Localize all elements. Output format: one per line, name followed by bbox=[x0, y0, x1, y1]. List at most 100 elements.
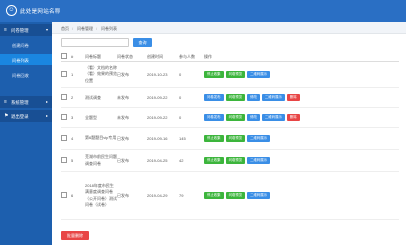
preview-button[interactable]: 问卷预览 bbox=[225, 94, 246, 101]
chevron-right-icon: ▸ bbox=[45, 99, 48, 104]
top-bar: ☺ 此处是网站名称 bbox=[0, 0, 406, 22]
select-all-header[interactable] bbox=[61, 52, 71, 62]
breadcrumb-separator: / bbox=[96, 25, 98, 31]
qrcode-button[interactable]: 二维码展示 bbox=[247, 157, 271, 164]
survey-title: 第6题题目vip专用 bbox=[85, 127, 117, 150]
stop-collect-button[interactable]: 停止收集 bbox=[204, 71, 224, 78]
main-content: 首页 / 问卷管理 / 问卷列表 查询 # 问卷标题 问卷状态 创建时间 参与人… bbox=[52, 22, 406, 245]
stop-collect-button[interactable]: 停止收集 bbox=[204, 135, 224, 142]
table-row: 5 芜湖市前民生问题调查问卷 已发布 2019-04-25 42 停止收集 问卷预… bbox=[61, 149, 399, 172]
action-cell: 停止收集 问卷预览 二维码展示 bbox=[204, 171, 399, 220]
table-row: 4 第6题题目vip专用 已发布 2019-09-16 145 停止收集 问卷预览… bbox=[61, 127, 399, 150]
survey-status: 未发布 bbox=[117, 107, 147, 128]
row-number: 1 bbox=[71, 61, 85, 88]
sidebar-item-survey-recycle[interactable]: 问卷回收 bbox=[0, 69, 52, 80]
breadcrumb: 首页 / 问卷管理 / 问卷列表 bbox=[52, 22, 406, 34]
qrcode-button[interactable]: 二维码展示 bbox=[261, 94, 285, 101]
qrcode-button[interactable]: 二维码展示 bbox=[247, 71, 271, 78]
list-icon: ≡ bbox=[4, 99, 7, 105]
sidebar-item-label: 创建问卷 bbox=[12, 42, 29, 48]
action-cell: 问卷发布 问卷预览 修改 二维码展示 删除 bbox=[204, 107, 399, 128]
survey-title: （看）文档的名称（看）效果的预览位置 bbox=[85, 61, 117, 88]
row-number: 2 bbox=[71, 87, 85, 108]
survey-table: # 问卷标题 问卷状态 创建时间 参与人数 操作 1 （看）文档的名称（看）效果… bbox=[61, 52, 399, 220]
survey-status: 已发布 bbox=[117, 127, 147, 150]
table-row: 1 （看）文档的名称（看）效果的预览位置 已发布 2019-10-23 0 停止… bbox=[61, 61, 399, 88]
table-row: 6 2018年度市民生满意度调查问卷（公开问卷）测试问卷（试卷） 已发布 201… bbox=[61, 171, 399, 220]
participant-count: 0 bbox=[179, 87, 204, 108]
column-header: # bbox=[71, 52, 85, 62]
column-header: 问卷状态 bbox=[117, 52, 147, 62]
qrcode-button[interactable]: 二维码展示 bbox=[247, 135, 271, 142]
sidebar-group-logout[interactable]: ⚑ 退出登录 ▸ bbox=[0, 110, 52, 122]
publish-button[interactable]: 问卷发布 bbox=[204, 94, 224, 101]
search-button[interactable]: 查询 bbox=[133, 38, 152, 47]
survey-status: 已发布 bbox=[117, 171, 147, 220]
action-cell: 问卷发布 问卷预览 修改 二维码展示 删除 bbox=[204, 87, 399, 108]
created-date: 2019-04-29 bbox=[147, 171, 179, 220]
survey-title: 测试调查 bbox=[85, 87, 117, 108]
qrcode-button[interactable]: 二维码展示 bbox=[247, 192, 271, 199]
participant-count: 0 bbox=[179, 107, 204, 128]
preview-button[interactable]: 问卷预览 bbox=[225, 135, 246, 142]
logo-icon: ☺ bbox=[6, 5, 17, 16]
select-all-checkbox[interactable] bbox=[61, 53, 67, 59]
column-header: 参与人数 bbox=[179, 52, 204, 62]
stop-collect-button[interactable]: 停止收集 bbox=[204, 157, 224, 164]
publish-button[interactable]: 问卷发布 bbox=[204, 114, 224, 121]
preview-button[interactable]: 问卷预览 bbox=[225, 114, 246, 121]
action-cell: 停止收集 问卷预览 二维码展示 bbox=[204, 149, 399, 172]
preview-button[interactable]: 问卷预览 bbox=[225, 157, 246, 164]
row-checkbox[interactable] bbox=[61, 71, 67, 77]
bulk-delete-button[interactable]: 批量删除 bbox=[61, 231, 89, 240]
survey-status: 已发布 bbox=[117, 149, 147, 172]
sidebar-group-label: 系统管理 bbox=[11, 100, 29, 105]
exit-icon: ⚑ bbox=[4, 113, 9, 119]
qrcode-button[interactable]: 二维码展示 bbox=[261, 114, 285, 121]
preview-button[interactable]: 问卷预览 bbox=[225, 192, 246, 199]
row-checkbox[interactable] bbox=[61, 135, 67, 141]
action-cell: 停止收集 问卷预览 二维码展示 bbox=[204, 127, 399, 150]
sidebar-item-survey-list[interactable]: 问卷列表 bbox=[0, 54, 52, 65]
survey-status: 未发布 bbox=[117, 87, 147, 108]
row-checkbox[interactable] bbox=[61, 114, 67, 120]
survey-title: 芜湖市前民生问题调查问卷 bbox=[85, 149, 117, 172]
delete-button[interactable]: 删除 bbox=[286, 114, 300, 121]
created-date: 2019-09-22 bbox=[147, 107, 179, 128]
sidebar-item-label: 问卷回收 bbox=[12, 72, 29, 78]
sidebar-group-survey-management[interactable]: ≡ 问卷管理 ▾ bbox=[0, 24, 52, 36]
sidebar-group-label: 退出登录 bbox=[11, 114, 29, 119]
stop-collect-button[interactable]: 停止收集 bbox=[204, 192, 224, 199]
participant-count: 42 bbox=[179, 149, 204, 172]
edit-button[interactable]: 修改 bbox=[247, 94, 260, 101]
sidebar: ≡ 问卷管理 ▾ 创建问卷 问卷列表 问卷回收 ≡ 系统管理 ▸ ⚑ 退出登录 … bbox=[0, 22, 52, 245]
row-checkbox[interactable] bbox=[61, 157, 67, 163]
row-checkbox[interactable] bbox=[61, 94, 67, 100]
breadcrumb-current: 问卷列表 bbox=[101, 25, 117, 31]
survey-title: 2018年度市民生满意度调查问卷（公开问卷）测试问卷（试卷） bbox=[85, 171, 117, 220]
table-row: 2 测试调查 未发布 2019-09-22 0 问卷发布 问卷预览 修改 二维码展示删… bbox=[61, 87, 399, 108]
breadcrumb-section[interactable]: 问卷管理 bbox=[77, 26, 93, 32]
participant-count: 79 bbox=[179, 171, 204, 220]
column-header: 操作 bbox=[204, 52, 399, 62]
created-date: 2019-09-22 bbox=[147, 87, 179, 108]
row-number: 4 bbox=[71, 127, 85, 150]
search-input[interactable] bbox=[61, 38, 129, 47]
delete-button[interactable]: 删除 bbox=[286, 94, 300, 101]
table-header-row: # 问卷标题 问卷状态 创建时间 参与人数 操作 bbox=[61, 52, 399, 62]
breadcrumb-separator: / bbox=[72, 25, 74, 31]
edit-button[interactable]: 修改 bbox=[247, 114, 260, 121]
survey-status: 已发布 bbox=[117, 61, 147, 88]
sidebar-group-system-management[interactable]: ≡ 系统管理 ▸ bbox=[0, 96, 52, 108]
action-cell: 停止收集 问卷预览 二维码展示 bbox=[204, 61, 399, 88]
table-row: 3 全题型 未发布 2019-09-22 0 问卷发布 问卷预览 修改 二维码展示 删除 bbox=[61, 107, 399, 128]
breadcrumb-home[interactable]: 首页 bbox=[61, 26, 69, 32]
created-date: 2019-04-25 bbox=[147, 149, 179, 172]
sidebar-item-label: 问卷列表 bbox=[12, 57, 29, 63]
row-checkbox[interactable] bbox=[61, 192, 67, 198]
chevron-down-icon: ▾ bbox=[45, 27, 48, 32]
row-number: 6 bbox=[71, 171, 85, 220]
preview-button[interactable]: 问卷预览 bbox=[225, 71, 246, 78]
app-title: 此处是网站名称 bbox=[20, 9, 61, 15]
sidebar-item-create-survey[interactable]: 创建问卷 bbox=[0, 39, 52, 50]
